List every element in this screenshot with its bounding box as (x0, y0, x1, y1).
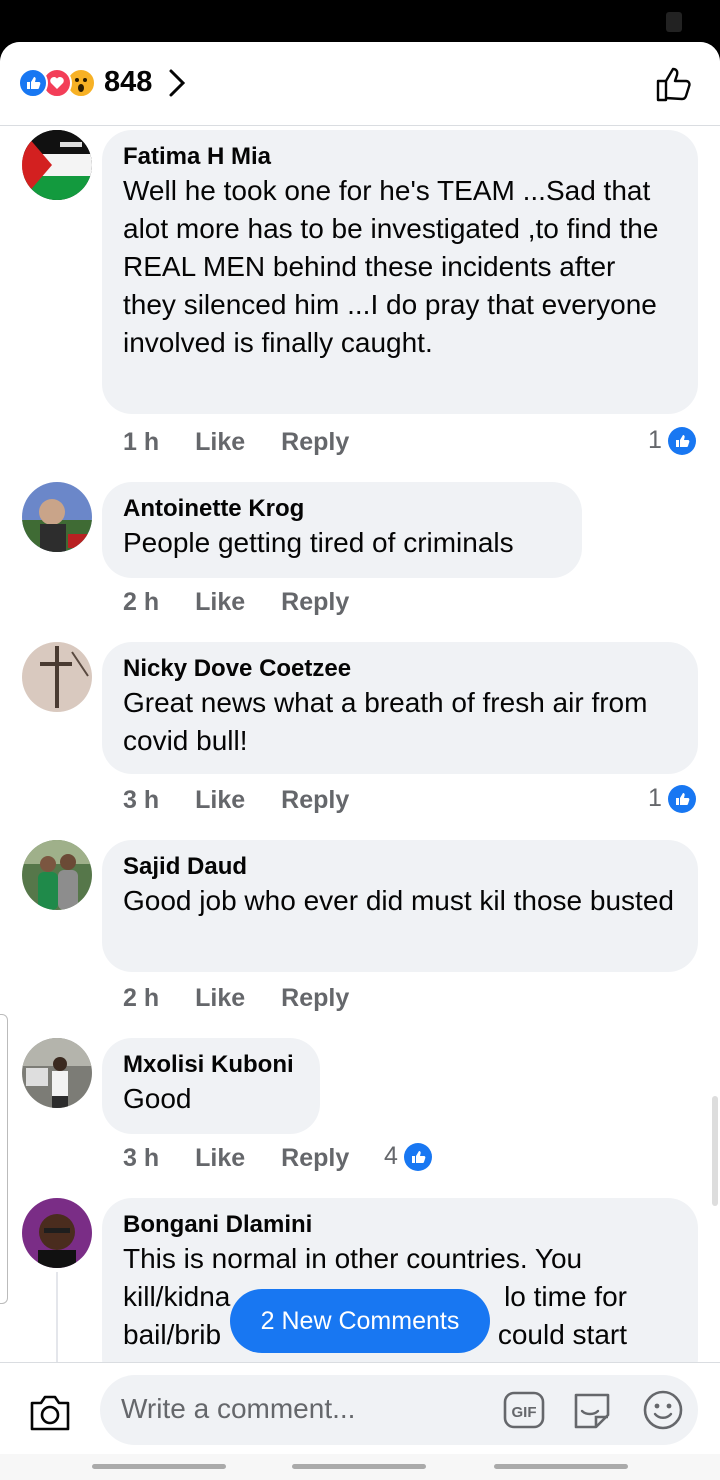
edge-panel-handle[interactable] (0, 1014, 8, 1304)
comment-time: 1 h (123, 428, 160, 456)
gif-icon: GIF (503, 1391, 545, 1429)
gif-button[interactable]: GIF (503, 1391, 545, 1434)
comment-item: Sajid Daud Good job who ever did must ki… (0, 838, 720, 1028)
comment-text-fragment: lo time for (504, 1281, 627, 1312)
comment-time: 3 h (123, 786, 160, 814)
system-nav-bar (0, 1454, 720, 1480)
avatar[interactable] (22, 642, 92, 712)
sticker-button[interactable] (570, 1389, 614, 1436)
comment-bubble[interactable]: Fatima H Mia Well he took one for he's T… (102, 130, 698, 414)
comment-text-fragment: could start (497, 1319, 627, 1350)
reaction-count: 848 (104, 66, 153, 98)
like-badge-icon (667, 426, 696, 455)
avatar[interactable] (22, 482, 92, 552)
comment-author[interactable]: Nicky Dove Coetzee (123, 654, 676, 684)
like-comment-button[interactable]: Like (195, 786, 245, 815)
comment-text: Well he took one for he's TEAM ...Sad th… (123, 175, 659, 358)
comment-bubble[interactable]: Antoinette Krog People getting tired of … (102, 482, 582, 578)
sticker-icon (574, 1393, 610, 1429)
comment-author[interactable]: Sajid Daud (123, 852, 676, 882)
comment-actions: 2 h Like Reply (123, 984, 385, 1013)
comment-input-placeholder: Write a comment... (121, 1393, 356, 1424)
reply-button[interactable]: Reply (281, 1144, 349, 1173)
comment-actions: 2 h Like Reply (123, 588, 385, 617)
battery-icon (666, 12, 682, 32)
reply-button[interactable]: Reply (281, 428, 349, 457)
comment-text-fragment: bail/brib (123, 1319, 222, 1350)
avatar[interactable] (22, 1198, 92, 1268)
like-badge-icon (667, 784, 696, 813)
comment-author[interactable]: Antoinette Krog (123, 494, 560, 524)
like-post-button[interactable] (654, 64, 694, 109)
comment-item: Mxolisi Kuboni Good 3 h Like Reply 4 (0, 1036, 720, 1186)
reactions-summary[interactable]: 848 (18, 66, 186, 99)
like-comment-button[interactable]: Like (195, 428, 245, 457)
comment-actions: 3 h Like Reply (123, 786, 385, 815)
reply-button[interactable]: Reply (281, 984, 349, 1013)
new-comments-button[interactable]: 2 New Comments (230, 1289, 490, 1353)
reply-button[interactable]: Reply (281, 588, 349, 617)
avatar[interactable] (22, 130, 92, 200)
emoji-icon (643, 1390, 683, 1430)
comment-author[interactable]: Mxolisi Kuboni (123, 1050, 298, 1080)
comment-item: Antoinette Krog People getting tired of … (0, 480, 720, 630)
like-comment-button[interactable]: Like (195, 588, 245, 617)
comment-text: People getting tired of criminals (123, 527, 514, 558)
comment-text: This is normal in other countries. You (123, 1243, 583, 1274)
avatar[interactable] (22, 840, 92, 910)
svg-text:GIF: GIF (512, 1404, 537, 1421)
comment-like-count[interactable]: 1 (648, 426, 696, 455)
comment-bubble[interactable]: Mxolisi Kuboni Good (102, 1038, 320, 1134)
camera-button[interactable] (28, 1393, 72, 1438)
comment-actions: 1 h Like Reply (123, 428, 385, 457)
comment-text: Great news what a breath of fresh air fr… (123, 687, 648, 756)
comment-bubble[interactable]: Nicky Dove Coetzee Great news what a bre… (102, 642, 698, 774)
comment-author[interactable]: Fatima H Mia (123, 142, 676, 172)
comment-like-count[interactable]: 4 (384, 1142, 432, 1171)
avatar[interactable] (22, 1038, 92, 1108)
scrollbar-thumb[interactable] (712, 1096, 718, 1206)
nav-handle[interactable] (292, 1464, 426, 1469)
comment-like-count[interactable]: 1 (648, 784, 696, 813)
comment-time: 2 h (123, 588, 160, 616)
like-comment-button[interactable]: Like (195, 1144, 245, 1173)
comment-text-fragment: kill/kidna (123, 1281, 231, 1312)
like-count-value: 1 (648, 784, 662, 812)
like-count-value: 4 (384, 1142, 398, 1170)
comment-input[interactable]: Write a comment... GIF (100, 1375, 698, 1445)
thread-line (56, 1272, 58, 1362)
reactions-header: 848 (0, 42, 720, 126)
like-count-value: 1 (648, 426, 662, 454)
comment-actions: 3 h Like Reply (123, 1144, 385, 1173)
comments-feed: Fatima H Mia Well he took one for he's T… (0, 126, 720, 1362)
comment-item: Fatima H Mia Well he took one for he's T… (0, 126, 720, 466)
reply-button[interactable]: Reply (281, 786, 349, 815)
comments-sheet: 848 Fatima H Mia Well he took one for he… (0, 42, 720, 1480)
like-badge-icon (403, 1142, 432, 1171)
comment-time: 3 h (123, 1144, 160, 1172)
like-reaction-icon (18, 67, 48, 98)
camera-icon (30, 1395, 70, 1431)
status-bar (0, 0, 720, 44)
nav-handle[interactable] (92, 1464, 226, 1469)
chevron-right-icon (169, 69, 186, 96)
comment-text: Good job who ever did must kil those bus… (123, 885, 674, 916)
comment-bubble[interactable]: Sajid Daud Good job who ever did must ki… (102, 840, 698, 972)
comment-item: Nicky Dove Coetzee Great news what a bre… (0, 640, 720, 830)
comment-text: Good (123, 1083, 192, 1114)
nav-handle[interactable] (494, 1464, 628, 1469)
thumbs-up-outline-icon (656, 67, 691, 102)
emoji-button[interactable] (642, 1389, 684, 1436)
like-comment-button[interactable]: Like (195, 984, 245, 1013)
comment-author[interactable]: Bongani Dlamini (123, 1210, 676, 1240)
comment-time: 2 h (123, 984, 160, 1012)
